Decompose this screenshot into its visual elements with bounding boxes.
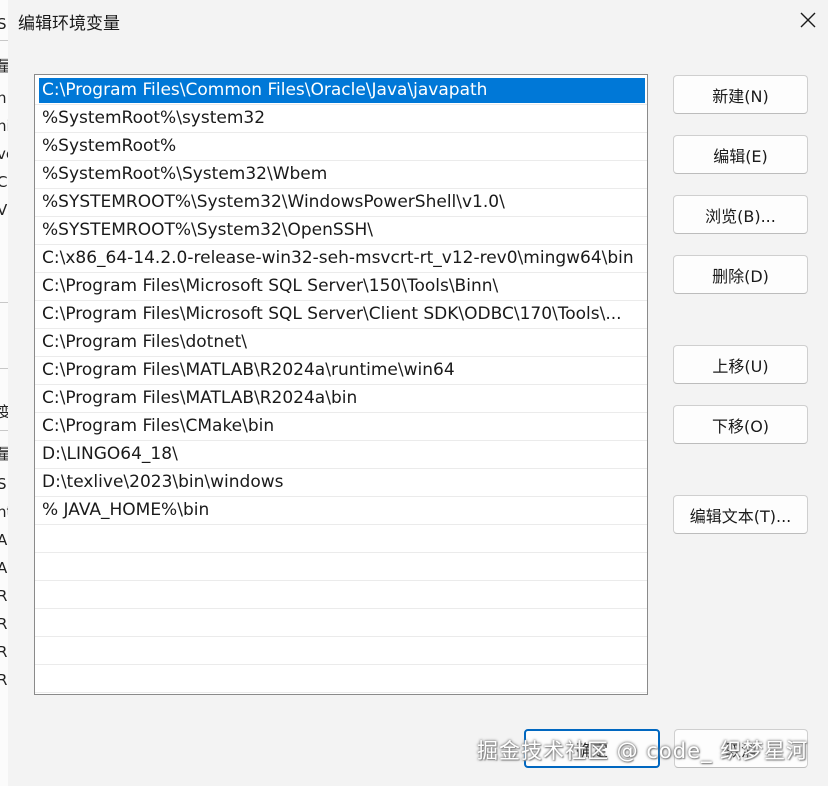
list-item-label: %SystemRoot%\system32 (42, 108, 266, 128)
background-text: R (0, 644, 7, 660)
list-item-label: C:\Program Files\CMake\bin (42, 416, 275, 436)
watermark: 掘金技术社区 @ code_ 织梦星河 (477, 739, 809, 763)
dialog-title: 编辑环境变量 (18, 14, 120, 34)
path-list[interactable]: C:\Program Files\Common Files\Oracle\Jav… (34, 74, 648, 695)
list-item-label: D:\LINGO64_18\ (42, 444, 178, 464)
close-button[interactable] (792, 6, 824, 38)
list-item-label: D:\texlive\2023\bin\windows (42, 472, 284, 492)
list-item[interactable]: C:\Program Files\dotnet\ (35, 329, 647, 357)
close-icon (800, 12, 816, 32)
list-item-label: C:\Program Files\Microsoft SQL Server\15… (42, 276, 499, 296)
background-text: S (0, 16, 7, 32)
move-up-button[interactable]: 上移(U) (673, 345, 808, 384)
list-item-label: C:\Program Files\MATLAB\R2024a\runtime\w… (42, 360, 455, 380)
list-item-label: C:\Program Files\Common Files\Oracle\Jav… (42, 80, 488, 100)
list-item-label: %SystemRoot% (42, 136, 177, 156)
list-item[interactable]: C:\Program Files\Common Files\Oracle\Jav… (35, 77, 647, 105)
move-down-button[interactable]: 下移(O) (673, 405, 808, 444)
list-item[interactable] (35, 581, 647, 609)
list-item-label: C:\Program Files\MATLAB\R2024a\bin (42, 388, 358, 408)
edit-environment-variable-dialog: 编辑环境变量 C:\Program Files\Common Files\Ora… (8, 0, 828, 786)
new-button[interactable]: 新建(N) (673, 75, 808, 114)
list-item[interactable]: %SYSTEMROOT%\System32\WindowsPowerShell\… (35, 189, 647, 217)
background-text: A (0, 532, 7, 548)
list-item[interactable] (35, 665, 647, 693)
list-item-label: % JAVA_HOME%\bin (42, 500, 210, 520)
list-item[interactable]: C:\Program Files\CMake\bin (35, 413, 647, 441)
list-item[interactable]: % JAVA_HOME%\bin (35, 497, 647, 525)
list-item[interactable]: C:\Program Files\Microsoft SQL Server\Cl… (35, 301, 647, 329)
background-text: V (0, 202, 7, 218)
edit-button[interactable]: 编辑(E) (673, 135, 808, 174)
background-text: R (0, 616, 7, 632)
list-item[interactable] (35, 609, 647, 637)
background-text: R (0, 672, 7, 688)
browse-button[interactable]: 浏览(B)... (673, 195, 808, 234)
list-item-label: %SystemRoot%\System32\Wbem (42, 164, 328, 184)
list-item[interactable]: C:\Program Files\MATLAB\R2024a\bin (35, 385, 647, 413)
list-item[interactable] (35, 637, 647, 665)
list-item[interactable]: C:\Program Files\MATLAB\R2024a\runtime\w… (35, 357, 647, 385)
list-item-label: C:\Program Files\Microsoft SQL Server\Cl… (42, 304, 622, 324)
delete-button[interactable]: 删除(D) (673, 255, 808, 294)
list-item[interactable] (35, 525, 647, 553)
background-text: n (0, 90, 7, 106)
list-item[interactable]: %SystemRoot% (35, 133, 647, 161)
background-text: A (0, 560, 7, 576)
list-item-label: %SYSTEMROOT%\System32\WindowsPowerShell\… (42, 192, 505, 212)
list-item[interactable]: D:\texlive\2023\bin\windows (35, 469, 647, 497)
list-item-label: %SYSTEMROOT%\System32\OpenSSH\ (42, 220, 374, 240)
list-item[interactable]: D:\LINGO64_18\ (35, 441, 647, 469)
list-item[interactable]: %SystemRoot%\system32 (35, 105, 647, 133)
list-item[interactable] (35, 553, 647, 581)
list-item[interactable]: %SYSTEMROOT%\System32\OpenSSH\ (35, 217, 647, 245)
list-item[interactable]: C:\x86_64-14.2.0-release-win32-seh-msvcr… (35, 245, 647, 273)
background-text: S (0, 476, 7, 492)
edit-text-button[interactable]: 编辑文本(T)... (673, 495, 808, 534)
list-item-label: C:\x86_64-14.2.0-release-win32-seh-msvcr… (42, 248, 634, 268)
list-item-label: C:\Program Files\dotnet\ (42, 332, 247, 352)
background-text: R (0, 588, 7, 604)
list-item[interactable]: %SystemRoot%\System32\Wbem (35, 161, 647, 189)
list-item[interactable]: C:\Program Files\Microsoft SQL Server\15… (35, 273, 647, 301)
